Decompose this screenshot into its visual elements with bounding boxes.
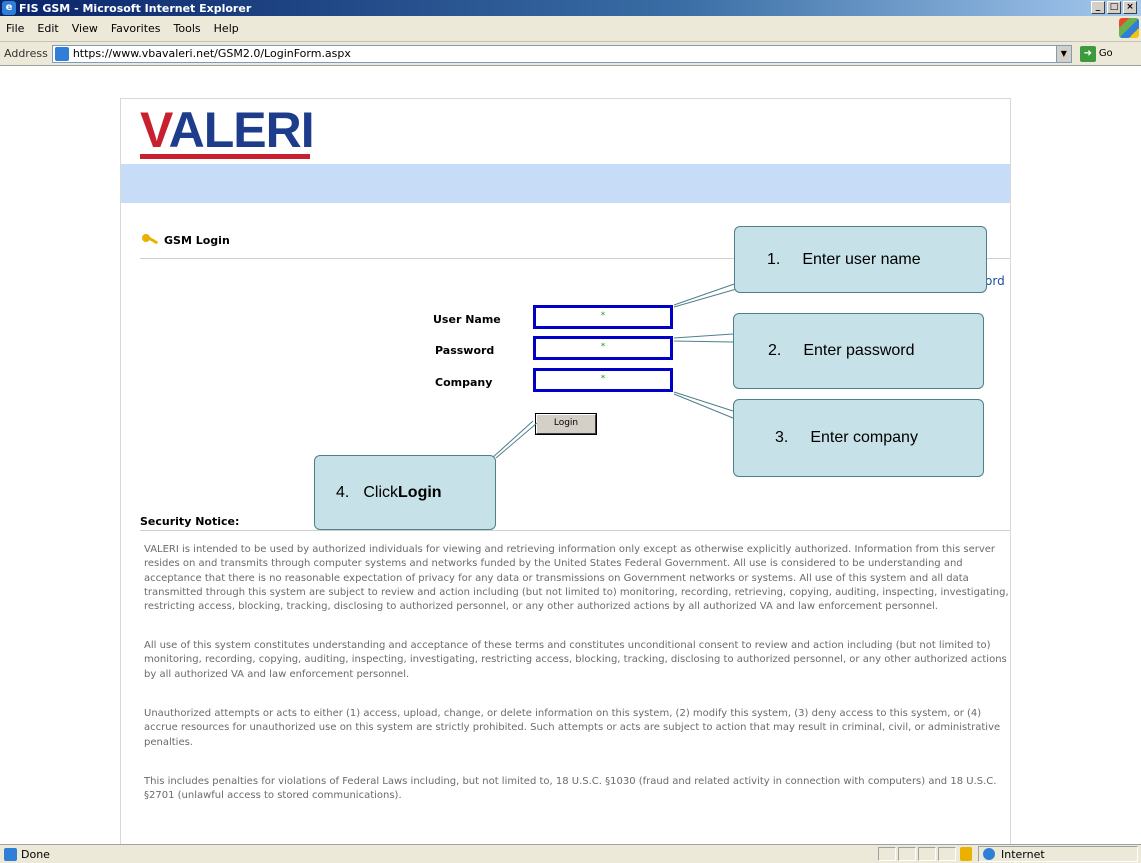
status-bar: Done Internet (0, 844, 1141, 863)
menu-file[interactable]: File (6, 22, 24, 35)
maximize-button[interactable]: □ (1107, 1, 1121, 14)
callout-4-text: Click (363, 483, 399, 501)
callout-4-number: 4. (336, 483, 350, 501)
callout-3-text: Enter company (810, 429, 918, 446)
menu-view[interactable]: View (72, 22, 98, 35)
menu-tools[interactable]: Tools (174, 22, 201, 35)
security-notice-title: Security Notice: (140, 515, 240, 528)
address-url: https://www.vbavaleri.net/GSM2.0/LoginFo… (72, 47, 351, 60)
username-label: User Name (433, 313, 501, 326)
key-icon (142, 233, 158, 247)
windows-flag-icon (1119, 18, 1139, 38)
status-cell (898, 847, 916, 861)
callout-4: 4. Click Login (314, 455, 496, 530)
menu-edit[interactable]: Edit (37, 22, 58, 35)
go-arrow-icon[interactable]: ➜ (1079, 45, 1096, 62)
callout-2: 2. Enter password (733, 313, 984, 389)
menu-bar: File Edit View Favorites Tools Help (0, 16, 1141, 42)
address-input[interactable]: https://www.vbavaleri.net/GSM2.0/LoginFo… (51, 44, 1072, 63)
company-label: Company (435, 376, 493, 389)
login-button[interactable]: Login (536, 414, 596, 434)
status-cell (938, 847, 956, 861)
callout-4-bold: Login (398, 483, 442, 501)
globe-icon (983, 848, 995, 860)
page-icon (54, 46, 69, 61)
logo-underline (140, 154, 310, 159)
zone-text: Internet (1001, 847, 1045, 861)
menu-favorites[interactable]: Favorites (111, 22, 161, 35)
forgot-password-link[interactable]: ord (985, 274, 1005, 288)
ie-icon: e (2, 1, 16, 15)
callout-1-number: 1. (767, 250, 781, 268)
callout-1: 1. Enter user name (734, 226, 987, 293)
logo-text: VALERI (140, 102, 315, 158)
address-bar: Address https://www.vbavaleri.net/GSM2.0… (0, 42, 1141, 66)
password-input[interactable]: * (533, 336, 673, 360)
callout-3-number: 3. (775, 429, 789, 446)
window-controls: _ □ × (1091, 1, 1137, 14)
page-done-icon (4, 847, 17, 861)
section-title-text: GSM Login (164, 233, 230, 247)
lock-icon[interactable] (960, 847, 972, 861)
security-zone[interactable]: Internet (978, 846, 1138, 862)
go-button-label[interactable]: Go (1099, 48, 1113, 59)
browser-viewport: VALERI GSM Login ord User Name * Passwor… (0, 66, 1141, 844)
callout-2-number: 2. (768, 342, 782, 359)
notice-paragraph-3: Unauthorized attempts or acts to either … (144, 708, 1001, 748)
password-label: Password (435, 344, 495, 357)
notice-paragraph-4: This includes penalties for violations o… (144, 776, 997, 802)
company-input[interactable]: * (533, 368, 673, 392)
valeri-logo: VALERI (140, 104, 315, 159)
divider (140, 530, 1010, 531)
menu-help[interactable]: Help (214, 22, 239, 35)
section-title: GSM Login (142, 233, 230, 247)
callout-2-text: Enter password (803, 342, 915, 359)
status-cells (878, 847, 956, 861)
status-cell (878, 847, 896, 861)
callout-1-text: Enter user name (802, 250, 921, 268)
close-button[interactable]: × (1123, 1, 1137, 14)
address-dropdown-icon[interactable]: ▼ (1055, 45, 1071, 62)
username-input[interactable]: * (533, 305, 673, 329)
status-text: Done (21, 847, 50, 861)
notice-paragraph-2: All use of this system constitutes under… (144, 640, 1007, 680)
minimize-button[interactable]: _ (1091, 1, 1105, 14)
header-band (121, 164, 1010, 203)
window-title: FIS GSM - Microsoft Internet Explorer (19, 1, 252, 15)
status-cell (918, 847, 936, 861)
window-title-bar: e FIS GSM - Microsoft Internet Explorer … (0, 0, 1141, 16)
callout-3: 3. Enter company (733, 399, 984, 477)
address-label: Address (4, 47, 48, 60)
notice-paragraph-1: VALERI is intended to be used by authori… (144, 544, 1009, 613)
